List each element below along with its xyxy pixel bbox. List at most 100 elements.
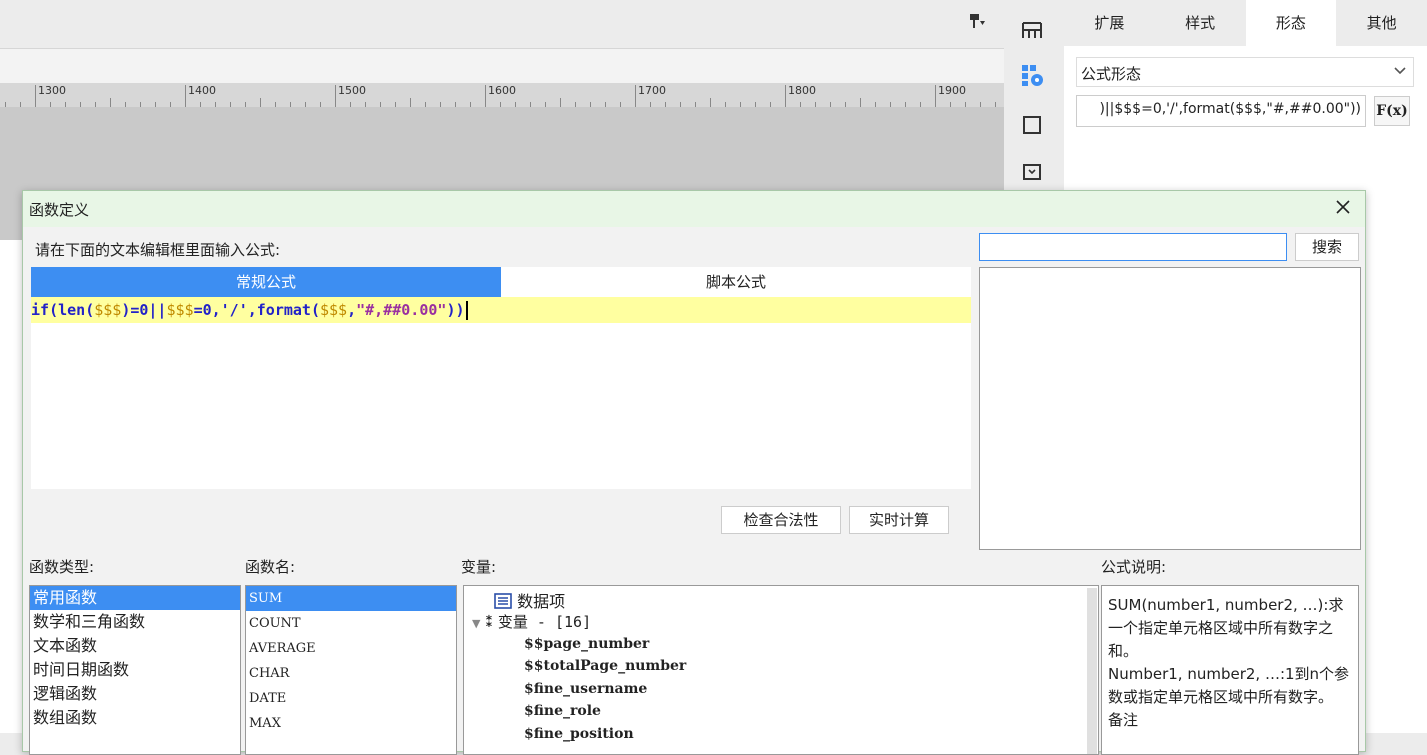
list-item[interactable]: CHAR [246, 661, 456, 686]
list-item[interactable]: $fine_username [524, 681, 647, 697]
formula-input[interactable]: )||$$$=0,'/',format($$$,"#,##0.00")) [1076, 95, 1366, 127]
formula-token: =0,'/', [193, 301, 257, 319]
chevron-down-icon: ▼ [472, 617, 481, 630]
ruler-tick [410, 98, 411, 107]
category-label: 函数类型: [29, 558, 95, 576]
variable-tree[interactable]: 数据项 ▼ ⁑ 变量 - [16] $$page_number $$totalP… [463, 585, 1099, 755]
list-item[interactable]: AVERAGE [246, 636, 456, 661]
function-name-label: 函数名: [245, 558, 296, 576]
close-icon[interactable] [1329, 195, 1357, 223]
tab-script-formula[interactable]: 脚本公式 [501, 267, 971, 297]
search-input[interactable] [979, 233, 1287, 261]
layout-grid-icon[interactable] [1017, 15, 1047, 45]
dropdown-box-icon[interactable] [1017, 157, 1047, 187]
component-settings-icon[interactable] [1017, 60, 1047, 90]
formula-token: format [256, 301, 311, 319]
ruler-tick [260, 98, 261, 107]
tree-node-variables[interactable]: ▼ ⁑ 变量 - [16] [472, 611, 591, 632]
fx-label: F(x) [1376, 103, 1408, 119]
list-item[interactable]: 文本函数 [30, 634, 240, 658]
ruler-number: 1900 [938, 84, 966, 97]
data-item-label: 数据项 [517, 592, 566, 611]
formula-line[interactable]: if(len($$$)=0||$$$=0,'/',format($$$,"#,#… [31, 297, 971, 323]
function-list[interactable]: SUM COUNT AVERAGE CHAR DATE MAX [245, 585, 457, 755]
formula-token: $$$ [166, 301, 194, 319]
realtime-calc-button[interactable]: 实时计算 [849, 506, 949, 534]
check-validity-button[interactable]: 检查合法性 [721, 506, 841, 534]
formula-token: $$$ [320, 301, 348, 319]
form-type-select[interactable]: 公式形态 [1076, 57, 1414, 87]
square-icon[interactable] [1017, 110, 1047, 140]
list-item[interactable]: $fine_role [524, 703, 601, 719]
scrollbar[interactable] [1087, 588, 1097, 754]
formula-token: ( [310, 301, 320, 319]
dialog-titlebar[interactable]: 函数定义 [23, 191, 1365, 227]
formula-token: $$$ [94, 301, 122, 319]
ruler-number: 1700 [638, 84, 666, 97]
ruler-number: 1600 [488, 84, 516, 97]
ruler-strip [0, 49, 1004, 83]
horizontal-ruler: 1300 1400 1500 1600 1700 1800 1900 [0, 83, 1004, 107]
variable-group-icon: ⁑ [485, 613, 494, 631]
description-text: 备注 [1108, 711, 1139, 729]
tab-style[interactable]: 样式 [1155, 0, 1246, 46]
dialog-title: 函数定义 [29, 201, 90, 219]
chevron-down-icon [1393, 60, 1407, 84]
fx-button[interactable]: F(x) [1374, 96, 1410, 126]
list-item[interactable]: 时间日期函数 [30, 658, 240, 682]
formula-editor[interactable]: if(len($$$)=0||$$$=0,'/',format($$$,"#,#… [31, 297, 971, 489]
variables-label: 变量: [461, 558, 497, 576]
editor-tabs: 常规公式 脚本公式 [31, 267, 971, 297]
formula-token: )=0 [121, 301, 149, 319]
list-item[interactable]: 数组函数 [30, 706, 240, 730]
property-tabs: 扩展 样式 形态 其他 [1064, 0, 1427, 46]
form-type-value: 公式形态 [1081, 65, 1142, 83]
tab-form[interactable]: 形态 [1245, 0, 1337, 46]
list-item[interactable]: SUM [246, 586, 456, 611]
list-item[interactable]: $$totalPage_number [524, 658, 686, 674]
formula-token: "#,##0.00" [356, 301, 447, 319]
formula-token: ( [85, 301, 95, 319]
formula-prompt: 请在下面的文本编辑框里面输入公式: [35, 241, 281, 259]
tab-extend[interactable]: 扩展 [1064, 0, 1155, 46]
formula-token: || [148, 301, 167, 319]
ruler-tick [710, 98, 711, 107]
formula-token: , [347, 301, 357, 319]
formula-token: len [58, 301, 86, 319]
formula-token: ( [49, 301, 59, 319]
list-item[interactable]: COUNT [246, 611, 456, 636]
tab-normal-formula[interactable]: 常规公式 [31, 267, 501, 297]
tree-node-data-item[interactable]: 数据项 [494, 588, 565, 613]
search-results[interactable] [979, 267, 1361, 550]
ruler-number: 1400 [188, 84, 216, 97]
formula-input-value: )||$$$=0,'/',format($$$,"#,##0.00")) [1099, 101, 1361, 117]
list-item[interactable]: MAX [246, 711, 456, 736]
format-painter-icon[interactable] [966, 12, 988, 34]
list-item[interactable]: 数学和三角函数 [30, 610, 240, 634]
data-item-icon [494, 592, 512, 613]
description-text: SUM(number1, number2, …):求一个指定单元格区域中所有数字… [1108, 596, 1344, 660]
list-item[interactable]: 常用函数 [30, 586, 240, 610]
formula-description: SUM(number1, number2, …):求一个指定单元格区域中所有数字… [1101, 585, 1359, 755]
list-item[interactable]: $fine_position [524, 726, 634, 742]
list-item[interactable]: DATE [246, 686, 456, 711]
ruler-tick [110, 98, 111, 107]
designer-toolbar [0, 0, 1004, 49]
list-item[interactable]: $$page_number [524, 636, 649, 652]
ruler-number: 1500 [338, 84, 366, 97]
ruler-number: 1300 [38, 84, 66, 97]
variable-group-label: 变量 - [16] [497, 613, 592, 631]
tab-other[interactable]: 其他 [1336, 0, 1427, 46]
function-definition-dialog: 函数定义 请在下面的文本编辑框里面输入公式: 常规公式 脚本公式 if(len(… [22, 190, 1366, 755]
search-button[interactable]: 搜索 [1295, 233, 1359, 261]
canvas-left-strip [0, 240, 23, 733]
category-list[interactable]: 常用函数 数学和三角函数 文本函数 时间日期函数 逻辑函数 数组函数 [29, 585, 241, 755]
formula-token: if [31, 301, 50, 319]
list-item[interactable]: 逻辑函数 [30, 682, 240, 706]
formula-token: )) [446, 301, 465, 319]
ruler-number: 1800 [788, 84, 816, 97]
ruler-tick [860, 98, 861, 107]
ruler-tick [560, 98, 561, 107]
description-text: Number1, number2, …:1到n个参数或指定单元格区域中所有数字。 [1108, 665, 1350, 706]
text-caret [465, 301, 468, 320]
